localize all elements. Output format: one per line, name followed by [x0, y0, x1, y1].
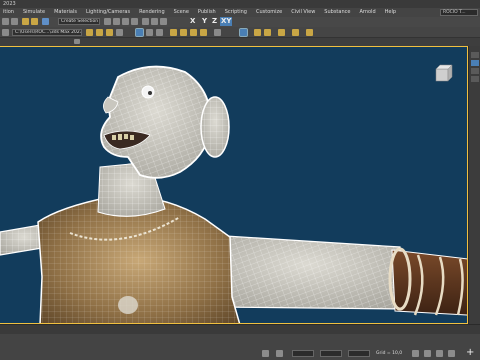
menu-item-customize[interactable]: Customize — [256, 8, 282, 17]
move-icon[interactable] — [142, 18, 149, 25]
perspective-viewport[interactable] — [0, 46, 468, 324]
angle-snap-icon[interactable] — [180, 29, 187, 36]
bind-icon[interactable] — [42, 18, 49, 25]
percent-snap-icon[interactable] — [190, 29, 197, 36]
material-editor-icon[interactable] — [239, 28, 248, 37]
window-crossing-icon[interactable] — [131, 18, 138, 25]
select-by-name-icon[interactable] — [113, 18, 120, 25]
mirror-icon[interactable] — [214, 29, 221, 36]
menu-item-scene[interactable]: Scene — [174, 8, 189, 17]
selection-set-dropdown[interactable]: Create Selection Se — [58, 18, 100, 25]
menu-item-materials[interactable]: Materials — [54, 8, 77, 17]
axis-z-button[interactable]: Z — [212, 17, 217, 26]
user-account-field[interactable]: ROCIO T... — [440, 9, 478, 16]
menu-item-civil-view[interactable]: Civil View — [291, 8, 315, 17]
status-bar: Grid = 10,0 + — [0, 334, 480, 360]
snaps-toggle-icon[interactable] — [170, 29, 177, 36]
grid-label: Grid = 10,0 — [376, 351, 403, 356]
menu-item-simulate[interactable]: Simulate — [23, 8, 45, 17]
menu-item-arnold[interactable]: Arnold — [359, 8, 375, 17]
create-panel-tab[interactable] — [471, 52, 479, 58]
axis-xy-button[interactable]: XY — [220, 17, 233, 26]
z-coordinate-field[interactable] — [348, 350, 370, 357]
title-bar: 2023 — [0, 0, 480, 8]
pin-icon[interactable] — [106, 29, 113, 36]
active-shade-icon[interactable] — [306, 29, 313, 36]
command-panel — [468, 46, 480, 324]
y-coordinate-field[interactable] — [320, 350, 342, 357]
motion-panel-tab[interactable] — [471, 76, 479, 82]
redo-icon[interactable] — [11, 18, 18, 25]
schematic-view-icon[interactable] — [156, 29, 163, 36]
menu-item-publish[interactable]: Publish — [198, 8, 216, 17]
modify-panel-tab[interactable] — [471, 60, 479, 66]
unlink-icon[interactable] — [31, 18, 38, 25]
undo-icon[interactable] — [2, 18, 9, 25]
character-mesh — [0, 64, 467, 323]
snap-icon[interactable] — [2, 29, 9, 36]
add-viewport-icon[interactable]: + — [466, 348, 474, 358]
curve-editor-icon[interactable] — [146, 29, 153, 36]
ribbon-toggle-icon[interactable] — [74, 39, 80, 44]
window-title: 2023 — [3, 1, 16, 7]
timeline[interactable] — [0, 324, 480, 334]
axis-x-button[interactable]: X — [190, 17, 195, 26]
menu-item-rendering[interactable]: Rendering — [139, 8, 165, 17]
render-frame-icon[interactable] — [264, 29, 271, 36]
region-select-icon[interactable] — [122, 18, 129, 25]
view-cube[interactable] — [435, 64, 453, 82]
lock-selection-icon[interactable] — [262, 350, 269, 357]
ribbon-tabs: Object Paint Populate — [0, 38, 480, 83]
key-filters-icon[interactable] — [448, 350, 455, 357]
set-key-icon[interactable] — [436, 350, 443, 357]
menu-bar: ition Simulate Materials Lighting/Camera… — [0, 8, 480, 17]
render-icon[interactable] — [278, 29, 285, 36]
file-path-field[interactable]: C:\Users\ROC...\3ds Max 2023 — [12, 29, 82, 36]
absolute-mode-icon[interactable] — [276, 350, 283, 357]
menu-item-lighting-cameras[interactable]: Lighting/Cameras — [86, 8, 130, 17]
save-icon[interactable] — [96, 29, 103, 36]
menu-item-scripting[interactable]: Scripting — [225, 8, 247, 17]
menu-item-substance[interactable]: Substance — [324, 8, 350, 17]
menu-item-animation[interactable]: ition — [3, 8, 14, 17]
hierarchy-panel-tab[interactable] — [471, 68, 479, 74]
time-tag-icon[interactable] — [412, 350, 419, 357]
x-coordinate-field[interactable] — [292, 350, 314, 357]
select-object-icon[interactable] — [104, 18, 111, 25]
menu-item-help[interactable]: Help — [385, 8, 396, 17]
open-folder-icon[interactable] — [86, 29, 93, 36]
rotate-icon[interactable] — [151, 18, 158, 25]
layer-icon[interactable] — [116, 29, 123, 36]
render-setup-icon[interactable] — [254, 29, 261, 36]
link-icon[interactable] — [22, 18, 29, 25]
scene-explorer-icon[interactable] — [135, 28, 144, 37]
secondary-toolbar: C:\Users\ROC...\3ds Max 2023 — [0, 27, 480, 38]
axis-y-button[interactable]: Y — [202, 17, 207, 26]
scale-icon[interactable] — [160, 18, 167, 25]
main-toolbar: Create Selection Se X Y Z XY — [0, 17, 480, 27]
render-iterative-icon[interactable] — [292, 29, 299, 36]
spinner-snap-icon[interactable] — [200, 29, 207, 36]
auto-key-icon[interactable] — [424, 350, 431, 357]
